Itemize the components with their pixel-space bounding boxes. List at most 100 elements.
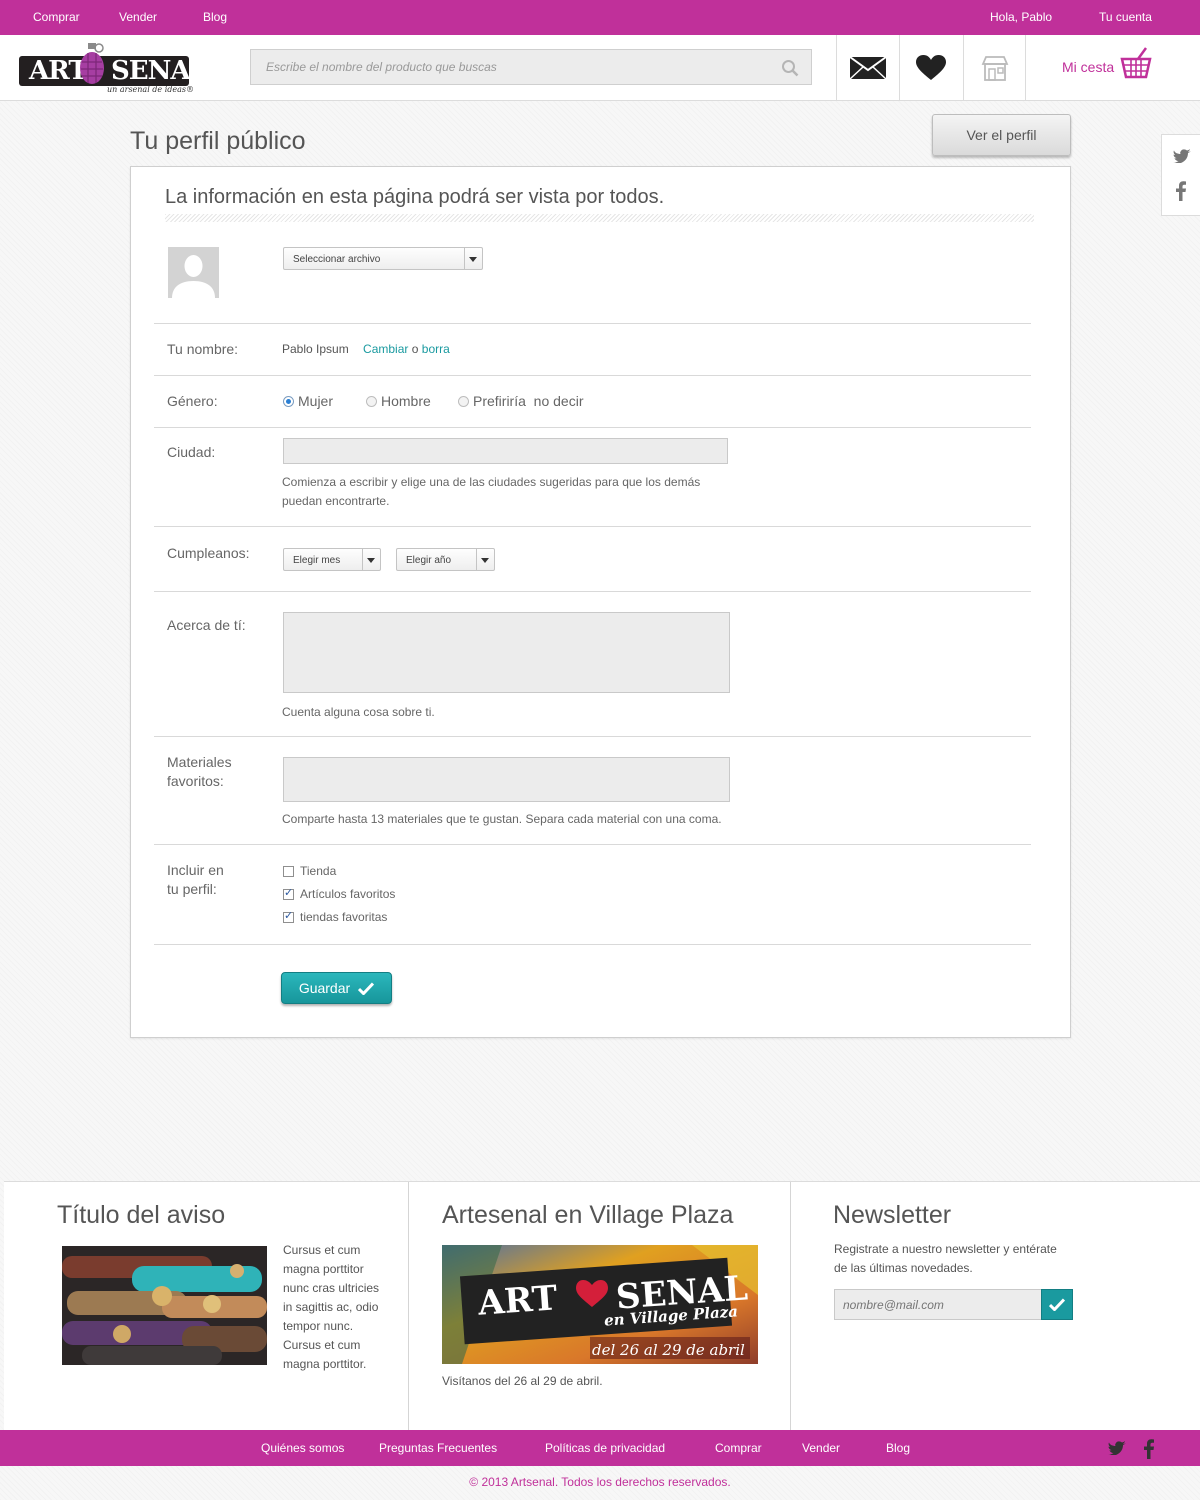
village-text: Visítanos del 26 al 29 de abril. <box>442 1374 603 1388</box>
user-silhouette-icon <box>172 255 215 298</box>
gender-option-label: Hombre <box>381 393 431 409</box>
about-help: Cuenta alguna cosa sobre ti. <box>282 705 435 719</box>
nav-sell-link[interactable]: Vender <box>119 10 157 24</box>
gender-radio-hombre[interactable]: Hombre <box>366 393 431 409</box>
notice-text-line: nunc cras ultricies <box>283 1281 380 1295</box>
include-label-line-2: tu perfil: <box>167 881 217 897</box>
newsletter-email-box <box>834 1289 1041 1320</box>
search-box <box>250 49 812 85</box>
about-textarea[interactable] <box>283 612 730 693</box>
village-banner[interactable]: ART SENAL en Village Plaza del 26 al 29 … <box>442 1245 758 1364</box>
village-title: Artesenal en Village Plaza <box>442 1201 734 1229</box>
include-articulos-checkbox[interactable]: Artículos favoritos <box>283 886 395 901</box>
footer-divider <box>408 1182 409 1430</box>
gender-radio-mujer[interactable]: Mujer <box>283 393 333 409</box>
footer-link-faq[interactable]: Preguntas Frecuentes <box>379 1441 497 1455</box>
divider <box>154 944 1031 945</box>
panel-lead-text: La información en esta página podrá ser … <box>165 186 665 208</box>
checkmark-icon <box>358 981 375 995</box>
divider <box>154 591 1031 592</box>
radio-unselected[interactable] <box>366 395 377 407</box>
logo-senal-text: SENAL <box>111 56 208 86</box>
shop-button[interactable] <box>963 35 1026 100</box>
newsletter-text: Registrate a nuestro newsletter y entéra… <box>834 1240 1057 1278</box>
top-nav-bar: Comprar Vender Blog Hola, Pablo Tu cuent… <box>0 0 1200 35</box>
name-label: Tu nombre: <box>167 341 239 357</box>
cart-button[interactable]: Mi cesta <box>1062 47 1152 79</box>
nav-blog-link[interactable]: Blog <box>203 10 227 24</box>
twitter-icon[interactable] <box>1173 149 1191 166</box>
month-select-label: Elegir mes <box>293 555 341 566</box>
footer-link-blog[interactable]: Blog <box>886 1441 910 1455</box>
include-tiendas-checkbox[interactable]: tiendas favoritas <box>283 909 388 924</box>
avatar <box>168 247 219 298</box>
favorites-button[interactable] <box>899 35 962 100</box>
year-select[interactable]: Elegir año <box>396 548 495 571</box>
nav-buy-link[interactable]: Comprar <box>33 10 80 24</box>
messages-button[interactable] <box>836 35 899 100</box>
account-link[interactable]: Tu cuenta <box>1099 10 1152 24</box>
notice-text-line: magna porttitor. <box>283 1357 367 1371</box>
divider <box>154 427 1031 428</box>
year-select-label: Elegir año <box>406 555 452 566</box>
divider <box>154 323 1031 324</box>
checkbox-label: Tienda <box>300 864 337 878</box>
search-icon[interactable] <box>781 59 799 77</box>
gender-option-label: Prefiriría no decir <box>473 393 584 409</box>
banner-dates-text: del 26 al 29 de abril <box>592 1341 745 1359</box>
materials-input[interactable] <box>283 757 730 802</box>
materials-label-line-2: favoritos: <box>167 773 224 789</box>
view-profile-button[interactable]: Ver el perfil <box>932 114 1071 156</box>
facebook-icon[interactable] <box>1176 181 1186 204</box>
newsletter-title: Newsletter <box>833 1201 952 1229</box>
newsletter-text-line: de las últimas novedades. <box>834 1261 973 1275</box>
name-row: Pablo Ipsum Cambiar o borra <box>282 342 450 356</box>
delete-name-link[interactable]: borra <box>422 342 450 356</box>
month-select[interactable]: Elegir mes <box>283 548 381 571</box>
footer-link-sell[interactable]: Vender <box>802 1441 840 1455</box>
bracelets-photo <box>62 1246 267 1365</box>
grenade-icon <box>80 43 104 84</box>
twitter-icon[interactable] <box>1108 1441 1126 1455</box>
chevron-down-icon <box>464 248 482 269</box>
newsletter-email-input[interactable] <box>835 1290 1041 1319</box>
bottom-nav-bar: Quiénes somos Preguntas Frecuentes Polít… <box>0 1430 1200 1466</box>
newsletter-submit-button[interactable] <box>1041 1289 1073 1320</box>
checkbox-unchecked[interactable] <box>283 865 294 877</box>
footer-link-privacy[interactable]: Políticas de privacidad <box>545 1441 665 1455</box>
search-input[interactable] <box>251 50 811 84</box>
checkbox-label: tiendas favoritas <box>300 910 388 924</box>
notice-text-line: magna porttitor <box>283 1262 364 1276</box>
city-label: Ciudad: <box>167 444 216 460</box>
checkbox-checked[interactable] <box>283 886 294 900</box>
heart-icon <box>916 54 946 80</box>
file-select-dropdown[interactable]: Seleccionar archivo <box>283 247 483 270</box>
footer-link-about[interactable]: Quiénes somos <box>261 1441 344 1455</box>
gender-label: Género: <box>167 393 218 409</box>
change-name-link[interactable]: Cambiar <box>363 342 408 356</box>
logo[interactable]: ART SENAL un arsenal de ideas® <box>19 40 208 94</box>
profile-form-panel: La información en esta página podrá ser … <box>130 166 1071 1038</box>
radio-selected[interactable] <box>283 395 294 407</box>
divider <box>154 526 1031 527</box>
notice-text-line: Cursus et cum <box>283 1338 361 1352</box>
save-button[interactable]: Guardar <box>281 972 392 1004</box>
copyright-text: © 2013 Artsenal. Todos los derechos rese… <box>469 1475 731 1489</box>
footer-link-buy[interactable]: Comprar <box>715 1441 762 1455</box>
save-label: Guardar <box>298 980 351 996</box>
city-help-line-1: Comienza a escribir y elige una de las c… <box>282 475 701 489</box>
divider <box>154 844 1031 845</box>
city-help-line-2: puedan encontrarte. <box>282 494 390 508</box>
footer-divider <box>790 1182 791 1430</box>
notice-text-line: tempor nunc. <box>283 1319 354 1333</box>
divider <box>154 375 1031 376</box>
checkbox-checked[interactable] <box>283 909 294 923</box>
banner-art-text: ART <box>476 1278 559 1324</box>
notice-text: Cursus et cum magna porttitor nunc cras … <box>283 1241 379 1374</box>
bracelets-image[interactable] <box>62 1246 267 1365</box>
gender-radio-no-decir[interactable]: Prefiriría no decir <box>458 393 583 409</box>
city-input[interactable] <box>283 438 728 464</box>
facebook-icon[interactable] <box>1144 1439 1154 1459</box>
include-tienda-checkbox[interactable]: Tienda <box>283 864 336 878</box>
radio-unselected[interactable] <box>458 395 469 407</box>
